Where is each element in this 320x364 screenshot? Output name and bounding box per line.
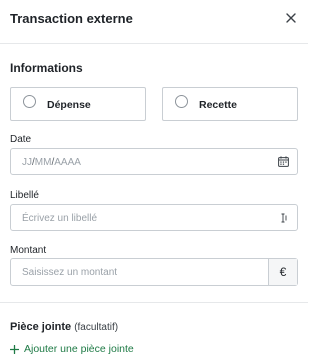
date-placeholder: JJ/MM/AAAA — [22, 157, 81, 168]
type-label-depense: Dépense — [47, 99, 91, 111]
libelle-input[interactable]: Écrivez un libellé — [10, 204, 298, 231]
plus-icon — [10, 344, 19, 354]
type-option-depense[interactable]: Dépense — [10, 87, 146, 121]
currency-addon: € — [268, 259, 297, 285]
close-icon[interactable] — [284, 11, 298, 25]
panel-title: Transaction externe — [10, 11, 133, 26]
attachment-optional: (facultatif) — [74, 322, 119, 333]
attachment-heading: Pièce jointe (facultatif) — [10, 321, 118, 333]
informations-heading: Informations — [10, 61, 83, 75]
add-attachment-link[interactable]: Ajouter une pièce jointe — [10, 343, 134, 355]
montant-input[interactable]: Saisissez un montant € — [10, 258, 298, 286]
type-label-recette: Recette — [199, 99, 237, 111]
calendar-icon[interactable] — [278, 156, 289, 167]
attachment-title: Pièce jointe — [10, 321, 72, 333]
radio-recette[interactable] — [175, 95, 188, 108]
date-label: Date — [10, 134, 32, 145]
date-placeholder-month: MM — [34, 157, 52, 168]
date-input[interactable]: JJ/MM/AAAA — [10, 148, 298, 175]
date-placeholder-year: AAAA — [54, 157, 81, 168]
add-attachment-label: Ajouter une pièce jointe — [24, 343, 134, 355]
montant-placeholder: Saisissez un montant — [22, 267, 118, 278]
libelle-label: Libellé — [10, 190, 39, 201]
libelle-placeholder: Écrivez un libellé — [22, 213, 98, 224]
section-divider — [0, 302, 308, 303]
date-placeholder-day: JJ — [22, 157, 32, 168]
montant-label: Montant — [10, 245, 47, 256]
radio-depense[interactable] — [23, 95, 36, 108]
type-option-recette[interactable]: Recette — [162, 87, 298, 121]
panel-header: Transaction externe — [0, 0, 308, 44]
text-cursor-icon — [281, 213, 287, 223]
